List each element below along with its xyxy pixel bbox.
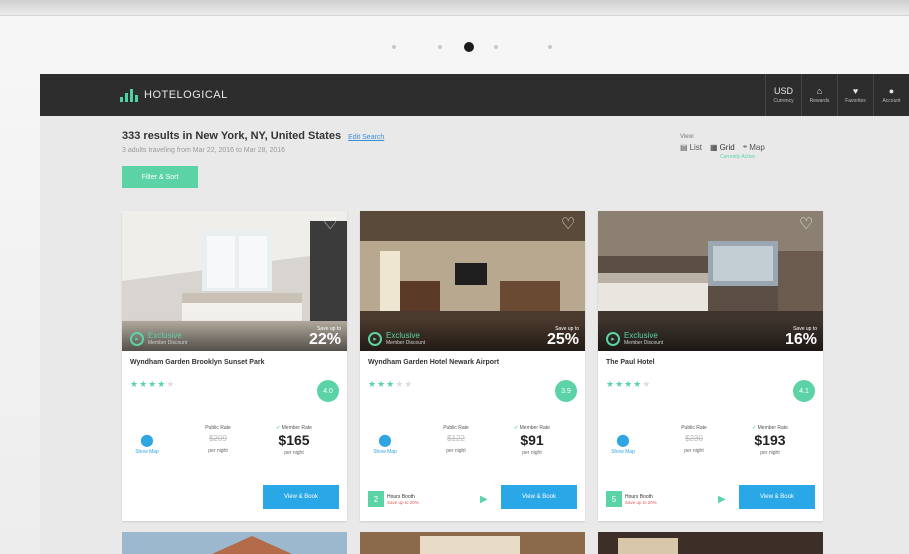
- member-price: $193: [754, 432, 786, 448]
- screen: HOTELOGICAL USD Currency ⌂ Rewards ♥ Fav…: [40, 74, 909, 554]
- hotel-card[interactable]: ♡ ▸ Exclusive Member Discount Save up to…: [598, 211, 823, 521]
- star-rating: ★★★★★: [130, 379, 176, 389]
- view-switcher: View: ▤ List ▦ Grid ⌖ Map Currently Active: [680, 134, 765, 160]
- nav-currency[interactable]: USD Currency: [765, 74, 801, 116]
- review-score-badge: 4.1: [793, 380, 815, 402]
- view-grid-option[interactable]: ▦ Grid: [710, 142, 735, 152]
- rewards-icon: ⌂: [816, 85, 823, 96]
- hotel-name[interactable]: The Paul Hotel: [606, 359, 655, 366]
- map-icon: ⌖: [742, 142, 748, 151]
- brand-name: HOTELOGICAL: [144, 89, 228, 101]
- map-pin-icon: ⬤: [378, 433, 392, 447]
- edit-search-link[interactable]: Edit Search: [348, 134, 384, 141]
- sensor-dot: [494, 45, 498, 49]
- hotel-photo[interactable]: ♡ ▸ Exclusive Member Discount Save up to…: [598, 211, 823, 351]
- save-percentage: Save up to 16%: [784, 326, 817, 348]
- hotel-card-peek[interactable]: [598, 532, 823, 554]
- hotel-name[interactable]: Wyndham Garden Hotel Newark Airport: [368, 359, 499, 366]
- device-frame: HOTELOGICAL USD Currency ⌂ Rewards ♥ Fav…: [0, 0, 909, 554]
- brand-logo[interactable]: HOTELOGICAL: [120, 88, 228, 102]
- nav-label: Rewards: [809, 97, 830, 104]
- hotel-name[interactable]: Wyndham Garden Brooklyn Sunset Park: [130, 359, 264, 366]
- hotel-card-peek[interactable]: [360, 532, 585, 554]
- check-icon: ✓: [752, 425, 757, 431]
- user-icon: ●: [888, 85, 895, 96]
- check-icon: ✓: [514, 425, 519, 431]
- top-navbar: HOTELOGICAL USD Currency ⌂ Rewards ♥ Fav…: [40, 74, 909, 116]
- check-icon: ✓: [276, 425, 281, 431]
- favorite-heart-icon[interactable]: ♡: [799, 217, 817, 233]
- view-list-option[interactable]: ▤ List: [680, 142, 702, 152]
- view-book-button[interactable]: View & Book: [739, 485, 815, 509]
- map-pin-icon: ⬤: [140, 433, 154, 447]
- arrow-right-icon[interactable]: ▶: [480, 494, 488, 505]
- star-rating: ★★★★★: [368, 379, 414, 389]
- view-book-button[interactable]: View & Book: [263, 485, 339, 509]
- nav-label: Currency: [773, 97, 794, 104]
- hotel-photo[interactable]: ♡ ▸ Exclusive Member Discount Save up to…: [122, 211, 347, 351]
- member-rate: ✓ Member Rate $193 per night: [738, 425, 802, 456]
- grid-icon: ▦: [710, 142, 718, 152]
- save-percentage: Save up to 22%: [308, 326, 341, 348]
- logo-mark-icon: [120, 88, 140, 102]
- public-rate: Public Rate $230 per night: [681, 425, 707, 454]
- filter-sort-button[interactable]: Filter & Sort: [122, 166, 198, 188]
- results-subtitle: 3 adults traveling from Mar 22, 2016 to …: [122, 147, 286, 154]
- hotel-card[interactable]: ♡ ▸ Exclusive Member Discount Save up to…: [360, 211, 585, 521]
- arrow-right-icon[interactable]: ▶: [718, 494, 726, 505]
- tag-icon: ▸: [368, 331, 382, 346]
- nav-label: Account: [882, 97, 901, 104]
- show-map-link[interactable]: ⬤ Show Map: [608, 433, 638, 455]
- sensor-dot: [438, 45, 442, 49]
- member-price: $91: [520, 432, 544, 448]
- results-title: 333 results in New York, NY, United Stat…: [122, 130, 384, 142]
- hotel-card-peek[interactable]: [122, 532, 347, 554]
- deal-banner[interactable]: 5 Hours Booth Save up to 20%: [606, 491, 657, 507]
- deal-banner[interactable]: 2 Hours Booth Save up to 20%: [368, 491, 419, 507]
- review-score-badge: 4.0: [317, 380, 339, 402]
- favorite-heart-icon[interactable]: ♡: [561, 217, 579, 233]
- nav-rewards[interactable]: ⌂ Rewards: [801, 74, 837, 116]
- show-map-link[interactable]: ⬤ Show Map: [370, 433, 400, 455]
- view-active-hint: Currently Active: [720, 154, 756, 160]
- tag-icon: ▸: [606, 331, 620, 346]
- exclusive-badge: ▸ Exclusive Member Discount: [130, 331, 187, 346]
- save-percentage: Save up to 25%: [546, 326, 579, 348]
- tag-icon: ▸: [130, 331, 144, 346]
- member-rate: ✓ Member Rate $91 per night: [500, 425, 564, 456]
- member-rate: ✓ Member Rate $165 per night: [262, 425, 326, 456]
- map-pin-icon: ⬤: [616, 433, 630, 447]
- deal-badge: 2: [368, 491, 384, 507]
- public-rate: Public Rate $122 per night: [443, 425, 469, 454]
- hotel-photo[interactable]: ♡ ▸ Exclusive Member Discount Save up to…: [360, 211, 585, 351]
- hotel-card[interactable]: ♡ ▸ Exclusive Member Discount Save up to…: [122, 211, 347, 521]
- camera-row: [0, 42, 909, 54]
- device-top-bezel: [0, 0, 909, 16]
- exclusive-badge: ▸ Exclusive Member Discount: [368, 331, 425, 346]
- list-icon: ▤: [680, 142, 688, 152]
- show-map-link[interactable]: ⬤ Show Map: [132, 433, 162, 455]
- deal-badge: 5: [606, 491, 622, 507]
- public-rate: Public Rate $209 per night: [205, 425, 231, 454]
- exclusive-badge: ▸ Exclusive Member Discount: [606, 331, 663, 346]
- review-score-badge: 3.9: [555, 380, 577, 402]
- currency-icon: USD: [773, 85, 793, 96]
- view-map-option[interactable]: ⌖ Map: [743, 142, 765, 152]
- nav-favorites[interactable]: ♥ Favorites: [837, 74, 873, 116]
- favorite-heart-icon[interactable]: ♡: [323, 217, 341, 233]
- nav-label: Favorites: [845, 97, 866, 104]
- sensor-dot: [548, 45, 552, 49]
- member-price: $165: [278, 432, 310, 448]
- heart-icon: ♥: [852, 85, 859, 96]
- star-rating: ★★★★★: [606, 379, 652, 389]
- nav-items: USD Currency ⌂ Rewards ♥ Favorites ● Acc…: [765, 74, 909, 116]
- nav-account[interactable]: ● Account: [873, 74, 909, 116]
- results-count-text: 333 results in New York, NY, United Stat…: [122, 130, 342, 142]
- view-book-button[interactable]: View & Book: [501, 485, 577, 509]
- view-label: View:: [680, 134, 695, 140]
- camera-icon: [464, 42, 474, 52]
- sensor-dot: [392, 45, 396, 49]
